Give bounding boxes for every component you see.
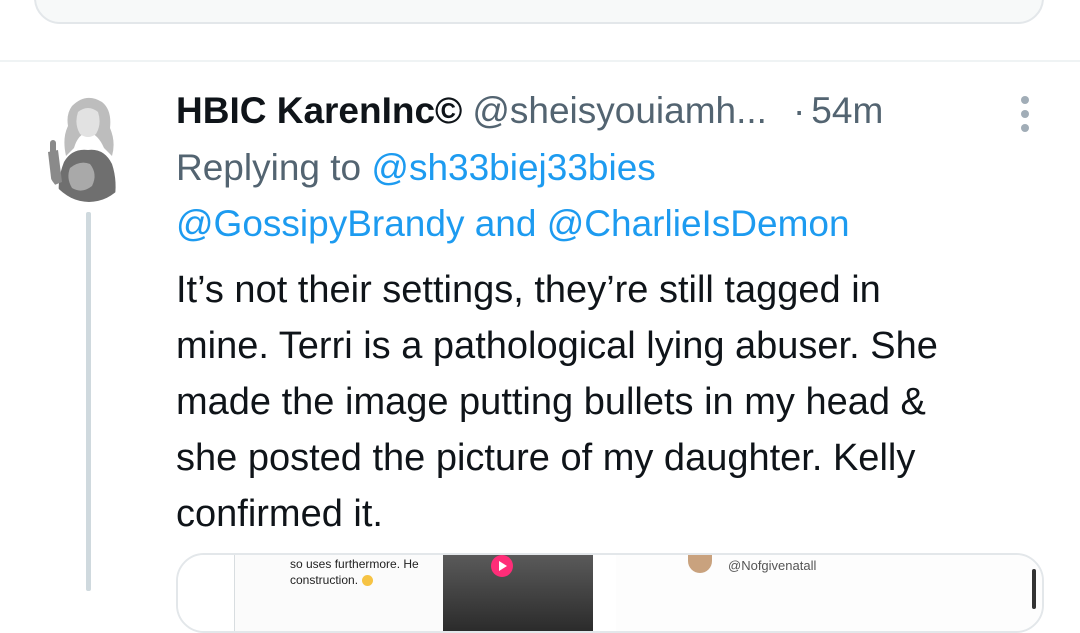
timestamp[interactable]: 54m: [811, 90, 883, 132]
tweet-text-line: mine. Terri is a pathological lying abus…: [176, 325, 938, 367]
more-options-button[interactable]: [1010, 92, 1040, 136]
emoji-icon: [362, 575, 374, 587]
media-image-left[interactable]: so uses furthermore. He construction.: [178, 555, 606, 631]
tweet-text-line: she posted the picture of my daughter. K…: [176, 437, 916, 479]
tweet-text-line: It’s not their settings, they’re still t…: [176, 269, 881, 311]
tweet-header: HBIC KarenInc© @sheisyouiamh... · 54m: [176, 88, 883, 134]
tweet-text-line: confirmed it.: [176, 493, 383, 535]
play-icon: [491, 555, 513, 577]
avatar[interactable]: [42, 90, 136, 202]
user-handle[interactable]: @sheisyouiamh...: [472, 90, 767, 132]
media-grid[interactable]: so uses furthermore. He construction. @N…: [176, 553, 1044, 633]
mention-conjunction: and: [474, 203, 537, 244]
tweet-divider: [0, 60, 1080, 62]
thread-line: [86, 212, 91, 591]
media-handle: @Nofgivenatall: [728, 558, 817, 573]
mention-gossipybrandy[interactable]: @GossipyBrandy: [176, 203, 464, 244]
tweet-text: It’s not their settings, they’re still t…: [176, 262, 1056, 542]
media-snippet-text: construction.: [290, 573, 359, 587]
replying-to-line-2: @GossipyBrandy and @CharlieIsDemon: [176, 201, 850, 247]
replying-to-label: Replying to: [176, 147, 362, 188]
more-vertical-icon: [1021, 96, 1029, 132]
media-snippet-line: so uses furthermore. He: [290, 557, 419, 571]
media-image-right[interactable]: @Nofgivenatall: [616, 555, 1042, 631]
replying-to-line: Replying to @sh33biej33bies: [176, 145, 656, 191]
separator-dot: ·: [792, 90, 806, 131]
mention-sh33biej33bies[interactable]: @sh33biej33bies: [371, 147, 655, 188]
mention-charlieisdemon[interactable]: @CharlieIsDemon: [547, 203, 850, 244]
media-photo: [443, 555, 593, 631]
scrollbar-thumb[interactable]: [1032, 569, 1036, 609]
previous-tweet-card[interactable]: [34, 0, 1044, 24]
mini-avatar: [688, 555, 712, 573]
tweet-text-line: made the image putting bullets in my hea…: [176, 381, 926, 423]
display-name[interactable]: HBIC KarenInc©: [176, 90, 462, 132]
media-snippet-line-2: construction.: [290, 573, 374, 587]
avatar-image: [42, 90, 136, 202]
